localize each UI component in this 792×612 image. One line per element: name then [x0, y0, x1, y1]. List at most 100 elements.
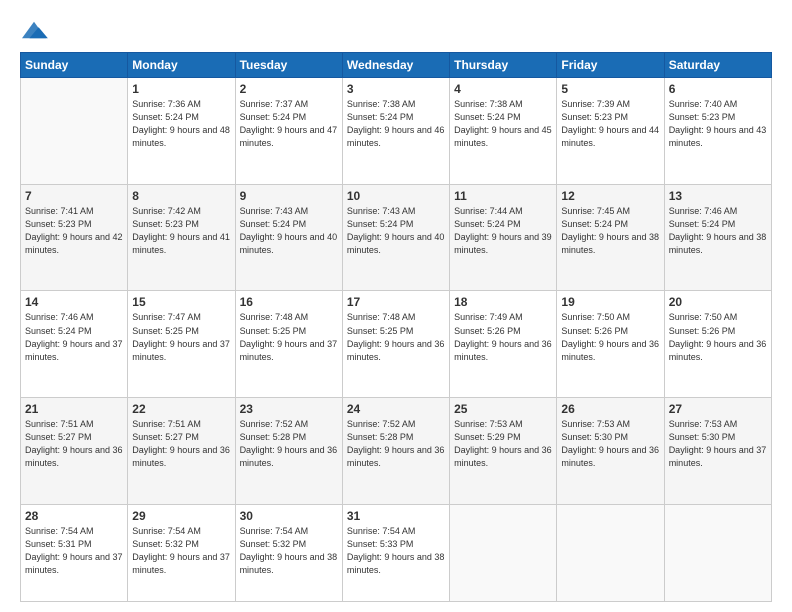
calendar-header-day: Friday	[557, 53, 664, 78]
day-number: 12	[561, 189, 659, 203]
calendar-day-cell: 6Sunrise: 7:40 AMSunset: 5:23 PMDaylight…	[664, 78, 771, 185]
day-number: 27	[669, 402, 767, 416]
calendar-day-cell	[21, 78, 128, 185]
day-number: 5	[561, 82, 659, 96]
day-info: Sunrise: 7:44 AMSunset: 5:24 PMDaylight:…	[454, 205, 552, 257]
day-number: 2	[240, 82, 338, 96]
day-info: Sunrise: 7:43 AMSunset: 5:24 PMDaylight:…	[347, 205, 445, 257]
day-info: Sunrise: 7:53 AMSunset: 5:30 PMDaylight:…	[669, 418, 767, 470]
calendar-day-cell	[557, 504, 664, 601]
calendar-day-cell	[664, 504, 771, 601]
day-number: 19	[561, 295, 659, 309]
calendar-header-day: Monday	[128, 53, 235, 78]
day-number: 23	[240, 402, 338, 416]
day-info: Sunrise: 7:54 AMSunset: 5:32 PMDaylight:…	[132, 525, 230, 577]
calendar-day-cell: 3Sunrise: 7:38 AMSunset: 5:24 PMDaylight…	[342, 78, 449, 185]
day-info: Sunrise: 7:37 AMSunset: 5:24 PMDaylight:…	[240, 98, 338, 150]
calendar-day-cell: 18 Sunrise: 7:49 AMSunset: 5:26 PMDayligh…	[450, 291, 557, 398]
calendar-day-cell: 9 Sunrise: 7:43 AMSunset: 5:24 PMDaylight…	[235, 184, 342, 291]
day-number: 6	[669, 82, 767, 96]
calendar-day-cell: 22 Sunrise: 7:51 AMSunset: 5:27 PMDayligh…	[128, 398, 235, 505]
calendar-day-cell: 7 Sunrise: 7:41 AMSunset: 5:23 PMDaylight…	[21, 184, 128, 291]
calendar-day-cell: 19 Sunrise: 7:50 AMSunset: 5:26 PMDayligh…	[557, 291, 664, 398]
day-info: Sunrise: 7:47 AMSunset: 5:25 PMDaylight:…	[132, 311, 230, 363]
logo	[20, 18, 52, 42]
calendar-day-cell: 10 Sunrise: 7:43 AMSunset: 5:24 PMDayligh…	[342, 184, 449, 291]
calendar-day-cell: 16Sunrise: 7:48 AMSunset: 5:25 PMDayligh…	[235, 291, 342, 398]
calendar-table: SundayMondayTuesdayWednesdayThursdayFrid…	[20, 52, 772, 602]
day-number: 28	[25, 509, 123, 523]
day-info: Sunrise: 7:36 AMSunset: 5:24 PMDaylight:…	[132, 98, 230, 150]
day-number: 4	[454, 82, 552, 96]
day-info: Sunrise: 7:42 AMSunset: 5:23 PMDaylight:…	[132, 205, 230, 257]
logo-icon	[20, 18, 48, 42]
calendar-day-cell: 28 Sunrise: 7:54 AMSunset: 5:31 PMDayligh…	[21, 504, 128, 601]
day-number: 30	[240, 509, 338, 523]
calendar-header-day: Thursday	[450, 53, 557, 78]
calendar-day-cell: 5Sunrise: 7:39 AMSunset: 5:23 PMDaylight…	[557, 78, 664, 185]
day-number: 13	[669, 189, 767, 203]
day-info: Sunrise: 7:50 AMSunset: 5:26 PMDaylight:…	[561, 311, 659, 363]
calendar-header-day: Saturday	[664, 53, 771, 78]
day-info: Sunrise: 7:54 AMSunset: 5:33 PMDaylight:…	[347, 525, 445, 577]
day-info: Sunrise: 7:53 AMSunset: 5:30 PMDaylight:…	[561, 418, 659, 470]
page: SundayMondayTuesdayWednesdayThursdayFrid…	[0, 0, 792, 612]
calendar-day-cell: 12 Sunrise: 7:45 AMSunset: 5:24 PMDayligh…	[557, 184, 664, 291]
day-info: Sunrise: 7:52 AMSunset: 5:28 PMDaylight:…	[347, 418, 445, 470]
calendar-day-cell: 4 Sunrise: 7:38 AMSunset: 5:24 PMDaylight…	[450, 78, 557, 185]
day-number: 25	[454, 402, 552, 416]
calendar-day-cell: 30 Sunrise: 7:54 AMSunset: 5:32 PMDayligh…	[235, 504, 342, 601]
calendar-day-cell	[450, 504, 557, 601]
calendar-week-row: 14Sunrise: 7:46 AMSunset: 5:24 PMDayligh…	[21, 291, 772, 398]
calendar-day-cell: 13 Sunrise: 7:46 AMSunset: 5:24 PMDayligh…	[664, 184, 771, 291]
day-number: 22	[132, 402, 230, 416]
day-number: 10	[347, 189, 445, 203]
day-number: 21	[25, 402, 123, 416]
day-number: 20	[669, 295, 767, 309]
day-info: Sunrise: 7:46 AMSunset: 5:24 PMDaylight:…	[25, 311, 123, 363]
day-info: Sunrise: 7:48 AMSunset: 5:25 PMDaylight:…	[347, 311, 445, 363]
day-info: Sunrise: 7:50 AMSunset: 5:26 PMDaylight:…	[669, 311, 767, 363]
day-number: 18	[454, 295, 552, 309]
day-number: 9	[240, 189, 338, 203]
header	[20, 18, 772, 42]
calendar-header-row: SundayMondayTuesdayWednesdayThursdayFrid…	[21, 53, 772, 78]
day-number: 7	[25, 189, 123, 203]
day-info: Sunrise: 7:51 AMSunset: 5:27 PMDaylight:…	[132, 418, 230, 470]
calendar-day-cell: 11 Sunrise: 7:44 AMSunset: 5:24 PMDayligh…	[450, 184, 557, 291]
calendar-day-cell: 20 Sunrise: 7:50 AMSunset: 5:26 PMDayligh…	[664, 291, 771, 398]
calendar-day-cell: 8 Sunrise: 7:42 AMSunset: 5:23 PMDaylight…	[128, 184, 235, 291]
day-number: 8	[132, 189, 230, 203]
calendar-day-cell: 26 Sunrise: 7:53 AMSunset: 5:30 PMDayligh…	[557, 398, 664, 505]
calendar-day-cell: 24Sunrise: 7:52 AMSunset: 5:28 PMDayligh…	[342, 398, 449, 505]
day-info: Sunrise: 7:54 AMSunset: 5:31 PMDaylight:…	[25, 525, 123, 577]
day-info: Sunrise: 7:52 AMSunset: 5:28 PMDaylight:…	[240, 418, 338, 470]
calendar-header-day: Sunday	[21, 53, 128, 78]
day-number: 26	[561, 402, 659, 416]
day-number: 1	[132, 82, 230, 96]
calendar-day-cell: 29Sunrise: 7:54 AMSunset: 5:32 PMDayligh…	[128, 504, 235, 601]
day-info: Sunrise: 7:51 AMSunset: 5:27 PMDaylight:…	[25, 418, 123, 470]
day-number: 17	[347, 295, 445, 309]
day-number: 31	[347, 509, 445, 523]
day-info: Sunrise: 7:38 AMSunset: 5:24 PMDaylight:…	[347, 98, 445, 150]
day-number: 11	[454, 189, 552, 203]
calendar-header-day: Wednesday	[342, 53, 449, 78]
day-info: Sunrise: 7:48 AMSunset: 5:25 PMDaylight:…	[240, 311, 338, 363]
calendar-week-row: 7 Sunrise: 7:41 AMSunset: 5:23 PMDaylight…	[21, 184, 772, 291]
day-info: Sunrise: 7:45 AMSunset: 5:24 PMDaylight:…	[561, 205, 659, 257]
day-info: Sunrise: 7:54 AMSunset: 5:32 PMDaylight:…	[240, 525, 338, 577]
day-info: Sunrise: 7:41 AMSunset: 5:23 PMDaylight:…	[25, 205, 123, 257]
day-info: Sunrise: 7:43 AMSunset: 5:24 PMDaylight:…	[240, 205, 338, 257]
calendar-day-cell: 23 Sunrise: 7:52 AMSunset: 5:28 PMDayligh…	[235, 398, 342, 505]
day-info: Sunrise: 7:38 AMSunset: 5:24 PMDaylight:…	[454, 98, 552, 150]
calendar-day-cell: 21 Sunrise: 7:51 AMSunset: 5:27 PMDayligh…	[21, 398, 128, 505]
calendar-week-row: 1 Sunrise: 7:36 AMSunset: 5:24 PMDaylight…	[21, 78, 772, 185]
calendar-day-cell: 27 Sunrise: 7:53 AMSunset: 5:30 PMDayligh…	[664, 398, 771, 505]
calendar-day-cell: 31 Sunrise: 7:54 AMSunset: 5:33 PMDayligh…	[342, 504, 449, 601]
day-info: Sunrise: 7:49 AMSunset: 5:26 PMDaylight:…	[454, 311, 552, 363]
calendar-day-cell: 17 Sunrise: 7:48 AMSunset: 5:25 PMDayligh…	[342, 291, 449, 398]
day-info: Sunrise: 7:46 AMSunset: 5:24 PMDaylight:…	[669, 205, 767, 257]
calendar-day-cell: 1 Sunrise: 7:36 AMSunset: 5:24 PMDaylight…	[128, 78, 235, 185]
calendar-header-day: Tuesday	[235, 53, 342, 78]
